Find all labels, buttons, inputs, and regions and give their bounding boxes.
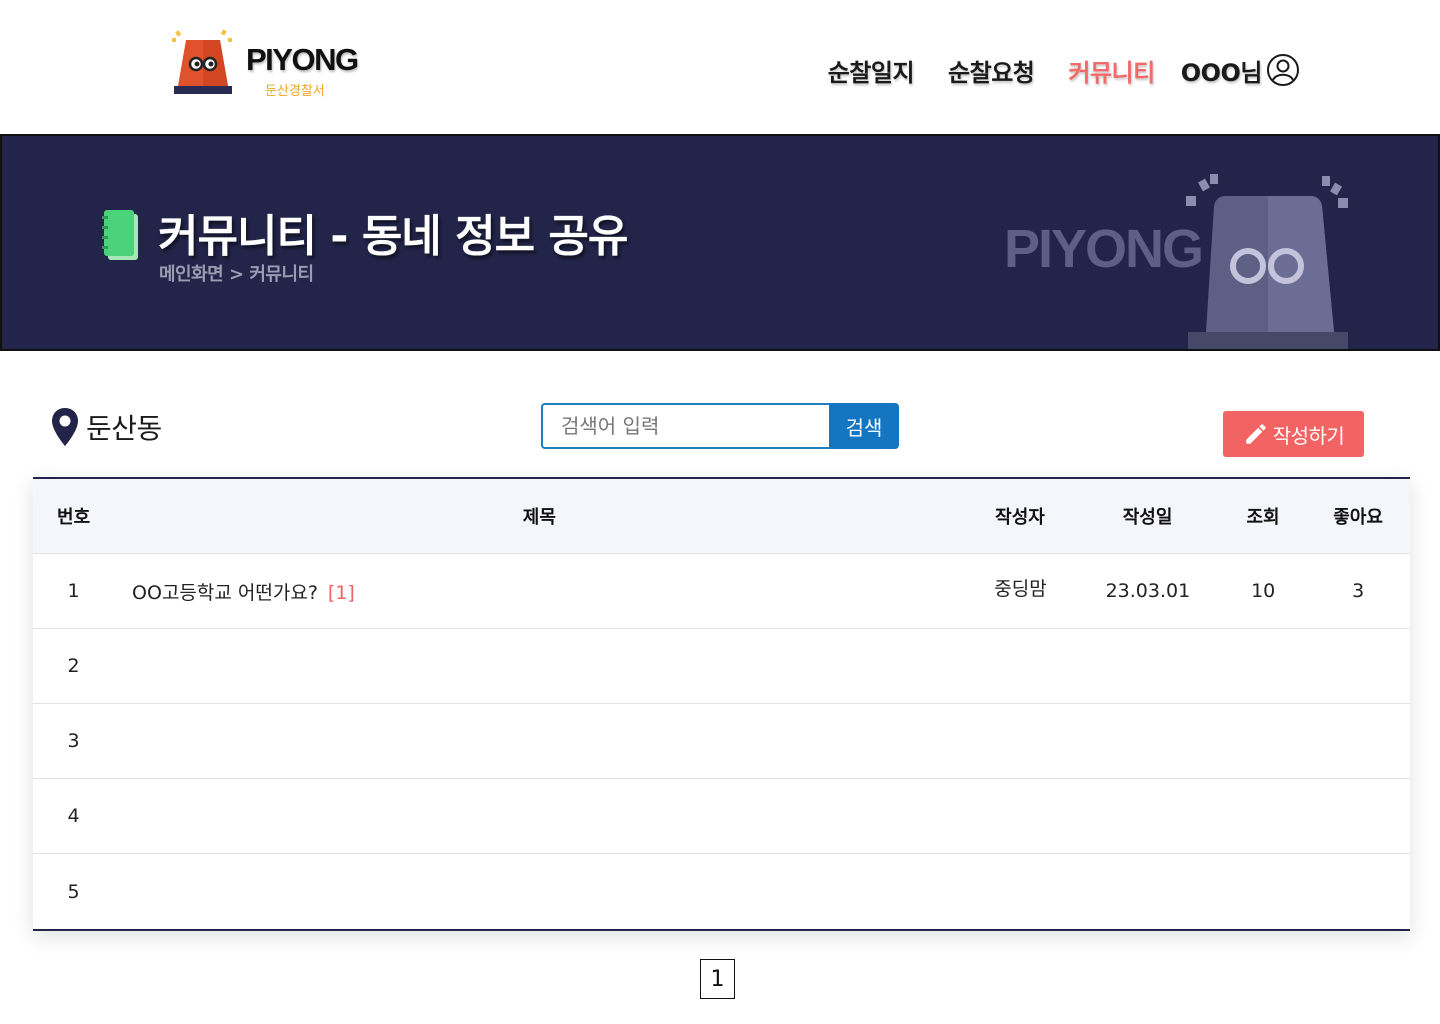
column-likes: 좋아요 xyxy=(1333,507,1383,528)
table-row[interactable]: 2 xyxy=(33,629,1410,704)
post-table: 번호 제목 작성자 작성일 조회 좋아요 1 OO고등학교 어떤가요? [1] 중… xyxy=(33,477,1410,931)
breadcrumb: 메인화면 > 커뮤니티 xyxy=(159,264,314,285)
column-author: 작성자 xyxy=(995,507,1045,528)
row-number: 4 xyxy=(67,805,80,827)
location-pin-icon xyxy=(52,408,78,446)
logo[interactable]: PIYONG 둔산경찰서 xyxy=(170,28,370,100)
banner-brand-text: PIYONG xyxy=(1004,219,1204,279)
row-views: 10 xyxy=(1251,580,1276,602)
main-nav: 순찰일지 순찰요청 커뮤니티 OOO님 xyxy=(794,50,1300,90)
page-title: 커뮤니티 - 동네 정보 공유 xyxy=(158,211,628,262)
column-title: 제목 xyxy=(522,507,556,528)
logo-subtitle: 둔산경찰서 xyxy=(265,84,325,99)
search-button[interactable]: 검색 xyxy=(829,403,899,449)
write-post-button[interactable]: 작성하기 xyxy=(1223,411,1364,457)
author-name: 중딩맘 xyxy=(994,577,1047,600)
table-row[interactable]: 5 xyxy=(33,854,1410,929)
nav-community[interactable]: 커뮤니티 xyxy=(1068,53,1155,88)
search-bar: 검색 xyxy=(541,403,899,449)
nav-patrol-log[interactable]: 순찰일지 xyxy=(828,53,915,88)
row-number: 1 xyxy=(67,580,80,602)
write-post-label: 작성하기 xyxy=(1272,423,1345,448)
row-number: 2 xyxy=(67,655,80,677)
site-header: PIYONG 둔산경찰서 순찰일지 순찰요청 커뮤니티 OOO님 xyxy=(0,0,1440,134)
table-row[interactable]: 1 OO고등학교 어떤가요? [1] 중딩맘 23.03.01 10 3 xyxy=(33,554,1410,629)
table-header: 번호 제목 작성자 작성일 조회 좋아요 xyxy=(33,479,1410,554)
column-number: 번호 xyxy=(57,507,91,528)
siren-mascot-icon xyxy=(1186,174,1348,349)
pagination: 1 xyxy=(700,959,735,999)
nav-patrol-request[interactable]: 순찰요청 xyxy=(948,53,1035,88)
column-date: 작성일 xyxy=(1122,507,1173,528)
row-likes: 3 xyxy=(1352,580,1365,602)
post-title-link[interactable]: OO고등학교 어떤가요? xyxy=(132,582,318,604)
search-input[interactable] xyxy=(541,403,829,449)
user-name: OOO님 xyxy=(1180,58,1263,87)
page-banner: 커뮤니티 - 동네 정보 공유 메인화면 > 커뮤니티 PIYONG xyxy=(0,134,1440,351)
table-row[interactable]: 3 xyxy=(33,704,1410,779)
pencil-icon xyxy=(1245,424,1266,444)
comment-count: [1] xyxy=(327,581,355,604)
siren-mascot-icon xyxy=(172,29,232,94)
table-row[interactable]: 4 xyxy=(33,779,1410,854)
row-date: 23.03.01 xyxy=(1105,580,1191,602)
user-circle-icon xyxy=(1267,54,1299,86)
notebook-icon xyxy=(102,210,138,260)
location-indicator: 둔산동 xyxy=(50,406,162,448)
logo-text: PIYONG xyxy=(246,42,359,77)
page-button-1[interactable]: 1 xyxy=(700,959,735,999)
row-number: 3 xyxy=(67,730,80,752)
row-title: OO고등학교 어떤가요? [1] xyxy=(114,578,965,605)
row-author: 중딩맘 xyxy=(965,578,1076,605)
row-number: 5 xyxy=(67,880,80,903)
column-views: 조회 xyxy=(1246,507,1280,528)
location-label: 둔산동 xyxy=(86,412,162,445)
user-menu[interactable]: OOO님 xyxy=(1181,53,1300,88)
